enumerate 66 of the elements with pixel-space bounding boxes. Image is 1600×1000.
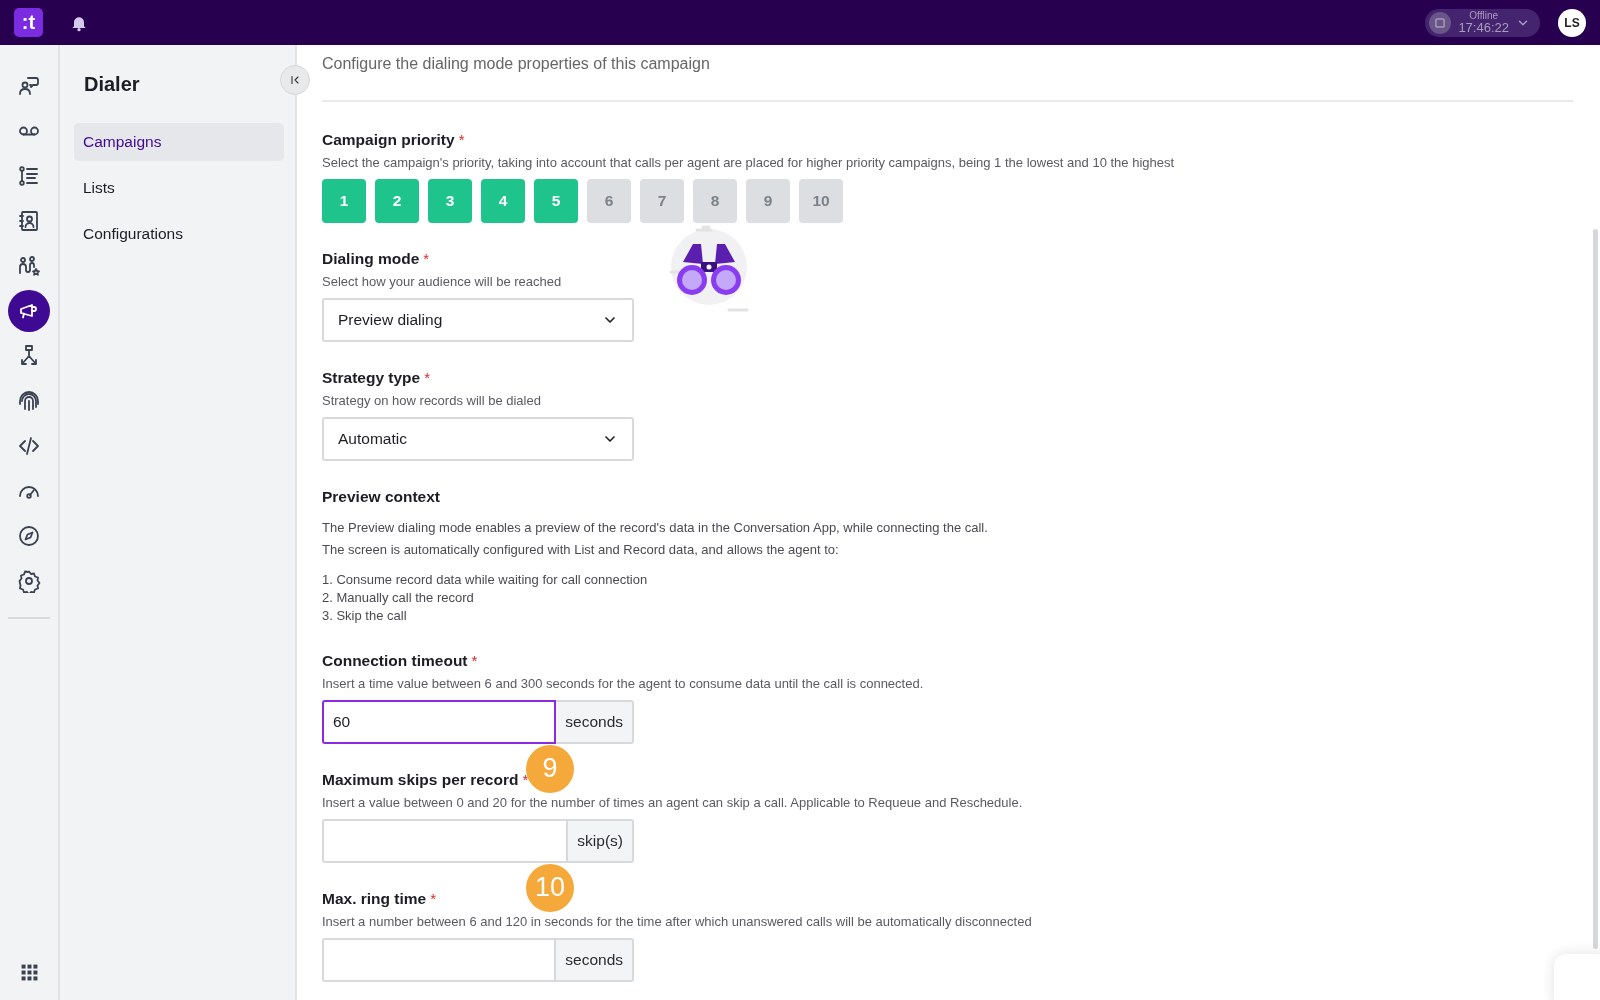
settings-icon [17,569,41,593]
collapse-button[interactable] [280,65,310,95]
input-field[interactable] [322,818,569,863]
app-logo[interactable]: :t [14,8,43,37]
field-description: Select how your audience will be reached [322,274,563,289]
priority-button[interactable]: 2 [375,179,419,223]
field-label: Strategy type [322,369,421,387]
section-subtitle: Configure the dialing mode properties of this campaign [322,55,711,73]
field-label: Connection timeout [322,651,468,670]
section-title: Preview context [322,488,442,506]
people-star-icon [17,254,41,278]
field-label: Dialing mode [322,250,420,268]
info-paragraph: The Preview dialing mode enables a preview of the record's data in the Conversation App, while connecting the call. [322,520,989,537]
field-label: Campaign priority [322,131,455,149]
field-description: Insert a time value between 6 and 300 seconds for the agent to consume data until the call is connected. [322,675,925,691]
status-selector[interactable]: Offline 17:46:22 [1425,8,1540,37]
priority-button[interactable]: 10 [799,179,843,223]
collapse-icon [289,74,301,86]
field-description: Insert a value between 0 and 20 for the number of times an agent can skip a call. Applicable to Requeue and Reschedule. [322,794,1024,810]
required-mark: * [458,131,465,148]
step-badge: 10 [526,863,574,912]
unit-label: seconds [556,937,634,982]
scrollbar[interactable] [1593,229,1598,949]
app-grid-icon[interactable] [19,963,39,982]
field-label: Maximum skips per record [322,770,519,789]
sidebar-item[interactable]: Configurations [74,215,284,253]
compass-icon [17,524,41,548]
dropdown[interactable]: Automatic [322,417,634,461]
unit-label: skip(s) [568,818,634,863]
status-label: Offline [1468,11,1500,21]
dropdown[interactable]: Preview dialing [322,298,634,342]
required-mark: * [424,369,431,386]
required-mark: * [522,770,529,788]
priority-button[interactable]: 5 [534,179,578,223]
list-item: 2. Manually call the record [322,588,475,607]
list-item: 1. Consume record data while waiting for call connection [322,570,649,589]
priority-button[interactable]: 6 [587,179,631,223]
info-paragraph: The screen is automatically configured with List and Record data, and allows the agent to: [322,541,840,559]
required-mark: * [471,651,478,669]
list-icon [17,164,41,188]
input-field[interactable]: 60 [322,699,557,744]
priority-button[interactable]: 7 [640,179,684,223]
code-icon [17,434,41,458]
sidebar-item[interactable]: Lists [74,169,284,207]
chat-person-icon [17,74,41,98]
fingerprint-icon [17,389,41,413]
contact-book-icon [17,209,41,233]
priority-button[interactable]: 3 [428,179,472,223]
nav-button[interactable] [8,290,50,332]
priority-button[interactable]: 1 [322,179,366,223]
status-timer: 17:46:22 [1458,21,1509,34]
input-field[interactable] [322,937,557,982]
unit-label: seconds [556,699,634,744]
priority-button[interactable]: 8 [693,179,737,223]
sidebar-title: Dialer [84,73,141,96]
required-mark: * [423,250,430,267]
field-description: Strategy on how records will be dialed [322,393,542,408]
priority-button[interactable]: 9 [746,179,790,223]
list-item: 3. Skip the call [322,606,408,625]
field-description: Insert a number between 6 and 120 in seconds for the time after which unanswered calls will be automatically disconnected [322,913,1033,929]
required-mark: * [430,889,437,907]
priority-button[interactable]: 4 [481,179,525,223]
sidebar-item[interactable]: Campaigns [74,123,284,161]
field-label: Max. ring time [322,889,427,908]
user-avatar[interactable]: LS [1558,8,1586,37]
field-description: Select the campaign's priority, taking into account that calls per agent are placed for higher priority campaigns, being 1 the lowest and 10 the highest [322,155,1176,170]
